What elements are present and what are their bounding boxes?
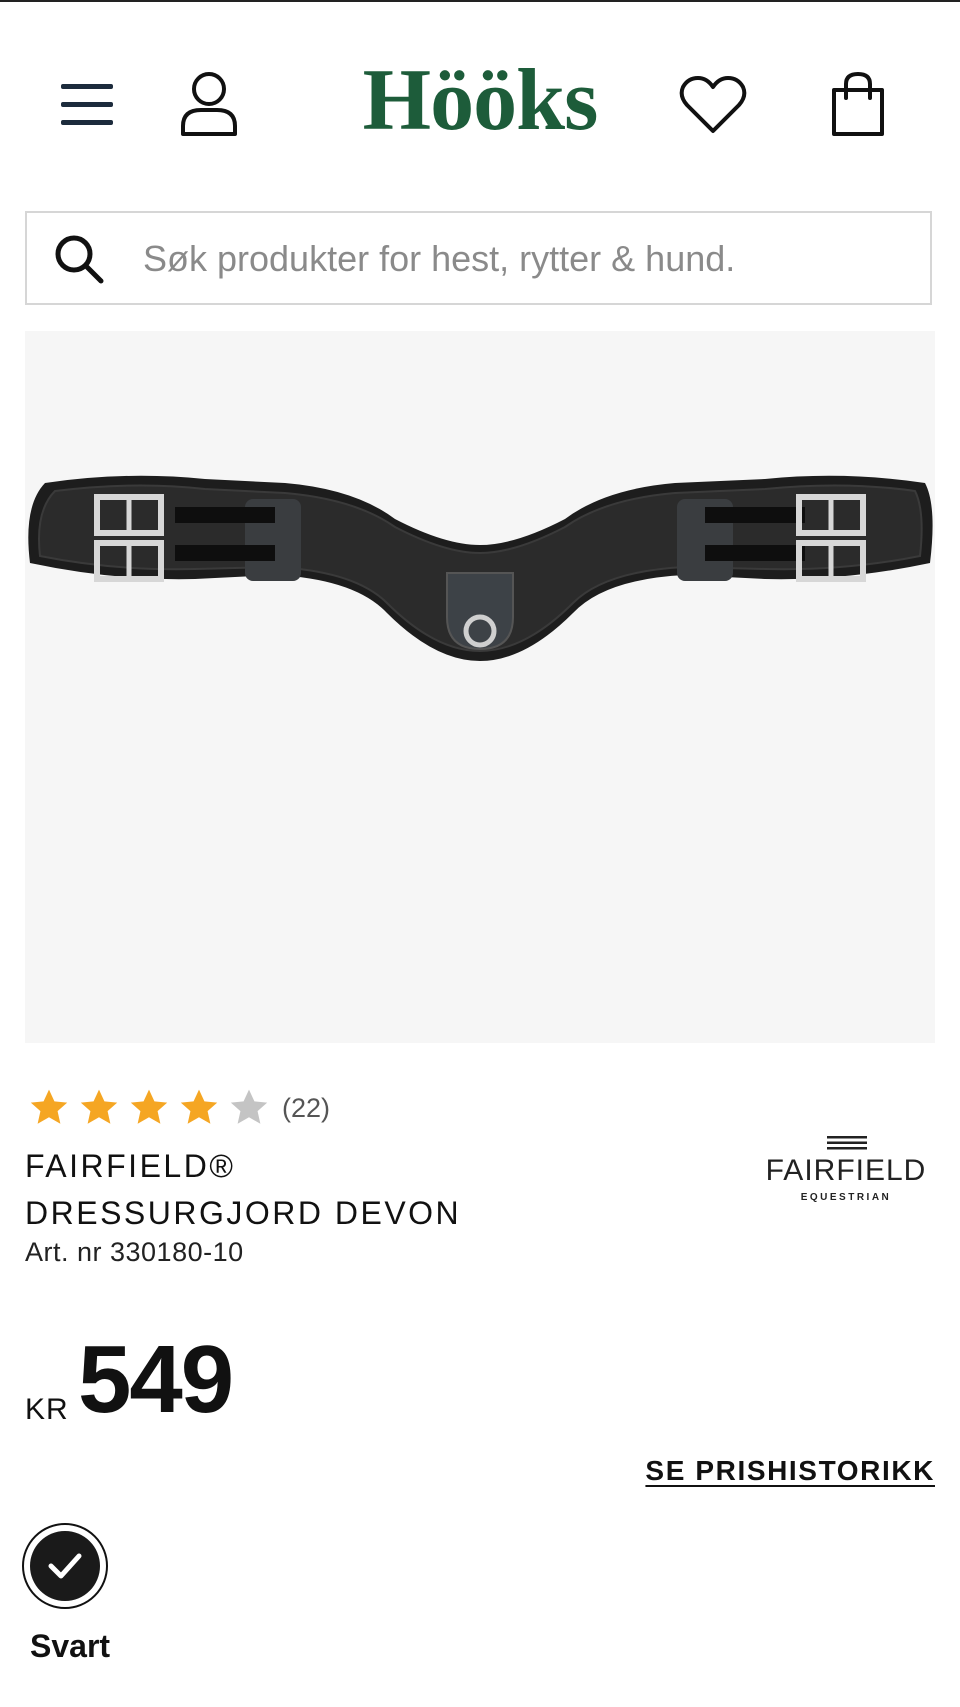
account-icon bbox=[181, 72, 237, 136]
brand-logo-name: FAIRFIELD bbox=[765, 1154, 927, 1187]
star-icon bbox=[180, 1089, 218, 1124]
product-brand: FAIRFIELD® bbox=[25, 1148, 236, 1184]
color-label: Svart bbox=[30, 1628, 111, 1664]
menu-button[interactable] bbox=[58, 80, 116, 130]
article-number: Art. nr 330180-10 bbox=[25, 1237, 244, 1267]
price-currency: KR bbox=[25, 1393, 69, 1426]
brand-logo-sub: EQUESTRIAN bbox=[800, 1192, 892, 1203]
star-icon bbox=[30, 1089, 68, 1124]
product-image[interactable] bbox=[25, 331, 935, 1043]
product-name: DRESSURGJORD DEVON bbox=[25, 1195, 462, 1231]
review-count[interactable]: (22) bbox=[282, 1093, 330, 1124]
girth-image bbox=[28, 475, 933, 661]
heart-icon bbox=[679, 76, 747, 133]
site-logo[interactable]: Hööks bbox=[330, 56, 630, 146]
search-icon[interactable] bbox=[53, 233, 105, 285]
swatch-fill bbox=[30, 1531, 100, 1601]
site-header: Hööks bbox=[0, 0, 960, 200]
brand-mark-icon bbox=[827, 1136, 867, 1150]
price-value: 549 bbox=[78, 1326, 234, 1433]
wishlist-button[interactable] bbox=[678, 74, 748, 136]
price-history-link[interactable]: SE PRISHISTORIKK bbox=[645, 1455, 935, 1487]
star-icon bbox=[80, 1089, 118, 1124]
check-icon bbox=[48, 1553, 82, 1579]
star-icon bbox=[130, 1089, 168, 1124]
color-swatch-selected[interactable] bbox=[22, 1523, 108, 1609]
search-input[interactable] bbox=[141, 229, 905, 289]
brand-logo[interactable]: FAIRFIELD EQUESTRIAN bbox=[757, 1130, 935, 1210]
star-icon bbox=[230, 1089, 268, 1124]
product-rating[interactable]: (22) bbox=[28, 1086, 330, 1130]
menu-icon bbox=[61, 84, 113, 125]
cart-button[interactable] bbox=[826, 70, 890, 138]
search-bar bbox=[25, 211, 932, 305]
bag-icon bbox=[832, 71, 884, 136]
account-button[interactable] bbox=[178, 70, 240, 138]
